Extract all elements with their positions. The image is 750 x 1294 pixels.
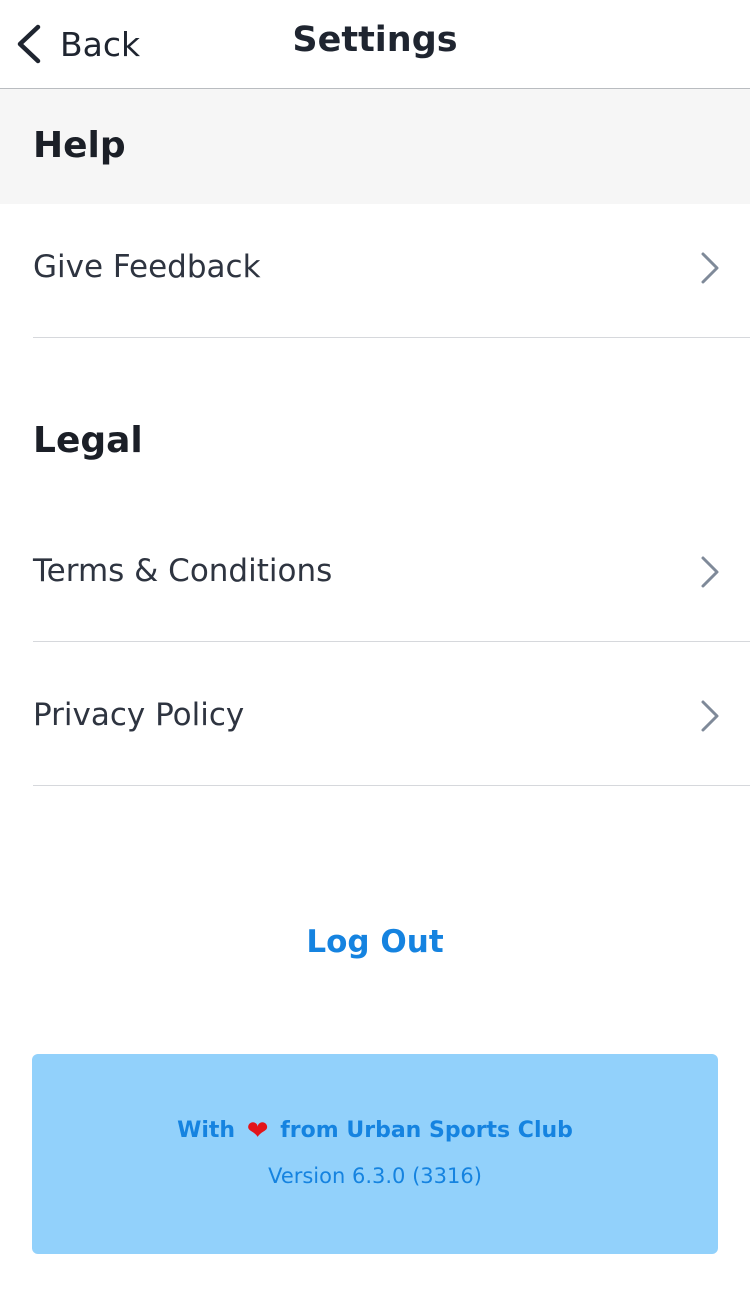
navigation-bar: Back Settings (0, 0, 750, 89)
settings-item-label: Privacy Policy (33, 697, 245, 733)
section-title-legal: Legal (33, 420, 143, 461)
settings-item-label: Give Feedback (33, 249, 261, 285)
with-text: With (177, 1118, 236, 1143)
settings-screen: Back Settings Help Give Feedback Legal T… (0, 0, 750, 1294)
version-text: Version 6.3.0 (3316) (268, 1164, 482, 1188)
log-out-button[interactable]: Log Out (0, 924, 750, 960)
settings-item-give-feedback[interactable]: Give Feedback (33, 203, 750, 338)
chevron-right-icon (700, 251, 720, 289)
settings-item-label: Terms & Conditions (33, 553, 333, 589)
heart-icon: ❤ (246, 1116, 269, 1146)
section-title-help: Help (33, 125, 126, 166)
chevron-right-icon (700, 555, 720, 593)
settings-item-terms-conditions[interactable]: Terms & Conditions (33, 507, 750, 642)
settings-item-privacy-policy[interactable]: Privacy Policy (33, 651, 750, 786)
from-text: from Urban Sports Club (280, 1118, 573, 1143)
section-header-help: Help (0, 89, 750, 204)
made-with-love-text: With ❤ from Urban Sports Club (32, 1116, 718, 1146)
app-info-card: With ❤ from Urban Sports Club Version 6.… (32, 1054, 718, 1254)
page-title: Settings (292, 20, 458, 60)
chevron-right-icon (700, 699, 720, 737)
